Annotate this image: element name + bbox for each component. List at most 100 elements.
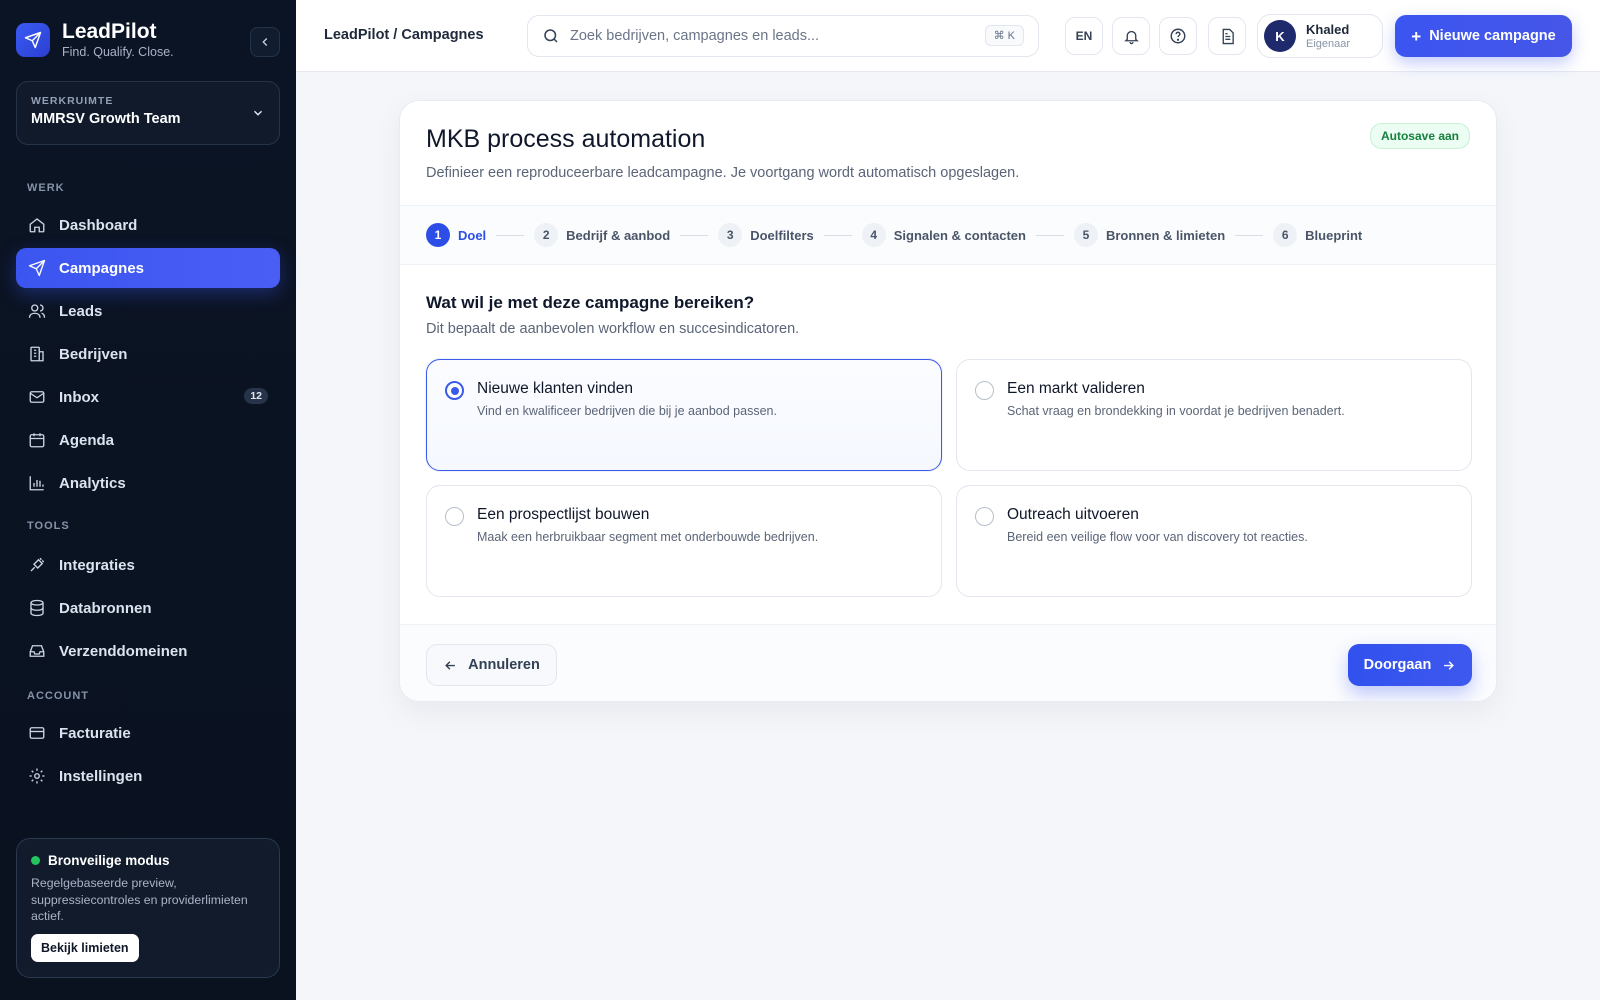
sidebar-item-label: Facturatie: [59, 724, 131, 742]
document-icon: [1222, 28, 1234, 44]
search-icon: [544, 29, 558, 43]
step-label: Signalen & contacten: [893, 227, 1026, 243]
option-title: Nieuwe klanten vinden: [477, 380, 633, 397]
user-role: Eigenaar: [1306, 37, 1351, 50]
goal-option-validate-market[interactable]: Een markt valideren Schat vraag en brond…: [956, 359, 1472, 471]
safe-mode-title: Bronveilige modus: [48, 853, 170, 868]
arrow-right-icon: [1444, 660, 1455, 670]
sidebar-item-agenda[interactable]: Agenda: [16, 420, 280, 460]
section-label-work: WERK: [27, 182, 65, 194]
step-number: 5: [1073, 223, 1098, 247]
goal-option-outreach[interactable]: Outreach uitvoeren Bereid een veilige fl…: [956, 485, 1472, 597]
plug-icon: [27, 555, 47, 575]
sidebar-item-label: Leads: [59, 302, 103, 320]
sidebar-item-analytics[interactable]: Analytics: [16, 463, 280, 503]
calendar-icon: [27, 430, 47, 450]
send-icon: [27, 258, 47, 278]
section-label-tools: TOOLS: [27, 520, 70, 532]
step-connector: [1235, 234, 1264, 236]
inbox-icon: [27, 641, 47, 661]
view-limits-button[interactable]: Bekijk limieten: [31, 933, 139, 962]
help-circle-icon: [1170, 28, 1186, 44]
step-connector: [680, 234, 709, 236]
continue-label: Doorgaan: [1363, 657, 1432, 673]
database-icon: [27, 598, 47, 618]
goal-option-new-customers[interactable]: Nieuwe klanten vinden Vind en kwalificee…: [426, 359, 942, 471]
user-menu[interactable]: K Khaled Eigenaar: [1257, 14, 1383, 58]
cancel-button[interactable]: Annuleren: [426, 644, 557, 686]
continue-button[interactable]: Doorgaan: [1348, 644, 1472, 686]
wizard-stepper: 1 Doel 2 Bedrijf & aanbod 3 Doelfilters …: [400, 205, 1496, 265]
safe-mode-title-row: Bronveilige modus: [31, 853, 265, 868]
mail-icon: [27, 387, 47, 407]
radio-button[interactable]: [445, 507, 464, 526]
status-dot: [31, 856, 40, 865]
sidebar-item-leads[interactable]: Leads: [16, 291, 280, 331]
step-signalen-contacten[interactable]: 4 Signalen & contacten: [861, 223, 1026, 247]
sidebar-item-label: Dashboard: [59, 216, 138, 234]
sidebar-item-campagnes[interactable]: Campagnes: [16, 248, 280, 288]
sidebar-item-label: Inbox: [59, 388, 99, 406]
radio-button[interactable]: [975, 381, 994, 400]
workspace-name: MMRSV Growth Team: [31, 111, 181, 127]
step-doel[interactable]: 1 Doel: [426, 223, 486, 247]
step-doelfilters[interactable]: 3 Doelfilters: [718, 223, 814, 247]
language-button[interactable]: EN: [1065, 17, 1103, 55]
avatar: K: [1264, 20, 1296, 52]
sidebar-item-label: Agenda: [59, 431, 115, 449]
sidebar-item-integraties[interactable]: Integraties: [16, 545, 280, 585]
goal-option-prospect-list[interactable]: Een prospectlijst bouwen Maak een herbru…: [426, 485, 942, 597]
new-campaign-label: Nieuwe campagne: [1429, 28, 1556, 44]
step-bronnen-limieten[interactable]: 5 Bronnen & limieten: [1073, 223, 1226, 247]
collapse-sidebar-button[interactable]: [250, 27, 280, 57]
step-label: Bronnen & limieten: [1105, 227, 1226, 243]
search-input[interactable]: [570, 28, 970, 44]
sidebar-item-bedrijven[interactable]: Bedrijven: [16, 334, 280, 374]
sidebar-item-verzenddomeinen[interactable]: Verzenddomeinen: [16, 631, 280, 671]
sidebar-item-label: Databronnen: [59, 599, 152, 617]
sidebar-item-dashboard[interactable]: Dashboard: [16, 205, 280, 245]
breadcrumb: LeadPilot / Campagnes: [324, 27, 484, 43]
arrow-left-icon: [445, 660, 456, 670]
option-description: Schat vraag en brondekking in voordat je…: [1007, 404, 1345, 418]
plus-icon: +: [1411, 26, 1422, 46]
safe-mode-panel: Bronveilige modus Regelgebaseerde previe…: [16, 838, 280, 978]
sidebar: LeadPilot Find. Qualify. Close. WERKRUIM…: [0, 0, 296, 1000]
step-label: Doelfilters: [750, 227, 814, 243]
docs-button[interactable]: [1208, 17, 1246, 55]
notifications-button[interactable]: [1112, 17, 1150, 55]
option-description: Bereid een veilige flow voor van discove…: [1007, 530, 1308, 544]
brand-tagline: Find. Qualify. Close.: [62, 45, 174, 59]
step-connector: [823, 234, 852, 236]
help-button[interactable]: [1159, 17, 1197, 55]
inbox-count-badge: 12: [244, 388, 268, 404]
question-subtitle: Dit bepaalt de aanbevolen workflow en su…: [426, 321, 800, 337]
sidebar-item-facturatie[interactable]: Facturatie: [16, 713, 280, 753]
brand[interactable]: LeadPilot Find. Qualify. Close.: [16, 20, 174, 60]
sidebar-item-label: Verzenddomeinen: [59, 642, 188, 660]
sidebar-item-databronnen[interactable]: Databronnen: [16, 588, 280, 628]
sidebar-item-instellingen[interactable]: Instellingen: [16, 756, 280, 796]
sidebar-item-label: Integraties: [59, 556, 135, 574]
step-bedrijf-aanbod[interactable]: 2 Bedrijf & aanbod: [534, 223, 670, 247]
step-number: 6: [1273, 223, 1298, 247]
new-campaign-button[interactable]: + Nieuwe campagne: [1395, 15, 1572, 57]
send-icon: [16, 23, 50, 57]
sidebar-item-inbox[interactable]: Inbox 12: [16, 377, 280, 417]
chevron-left-icon: [262, 38, 268, 46]
cancel-label: Annuleren: [468, 657, 540, 673]
gear-icon: [27, 766, 47, 786]
bar-chart-icon: [27, 473, 47, 493]
option-title: Een markt valideren: [1007, 380, 1145, 397]
section-label-account: ACCOUNT: [27, 690, 89, 702]
search-shortcut: ⌘ K: [984, 25, 1024, 46]
step-number: 2: [534, 223, 559, 247]
campaign-wizard-card: MKB process automation Definieer een rep…: [399, 100, 1497, 702]
search-bar[interactable]: ⌘ K: [527, 15, 1039, 57]
option-title: Outreach uitvoeren: [1007, 506, 1139, 523]
step-blueprint[interactable]: 6 Blueprint: [1273, 223, 1362, 247]
radio-button[interactable]: [445, 381, 464, 400]
radio-button[interactable]: [975, 507, 994, 526]
workspace-switcher[interactable]: WERKRUIMTE MMRSV Growth Team: [16, 81, 280, 145]
building-icon: [27, 344, 47, 364]
